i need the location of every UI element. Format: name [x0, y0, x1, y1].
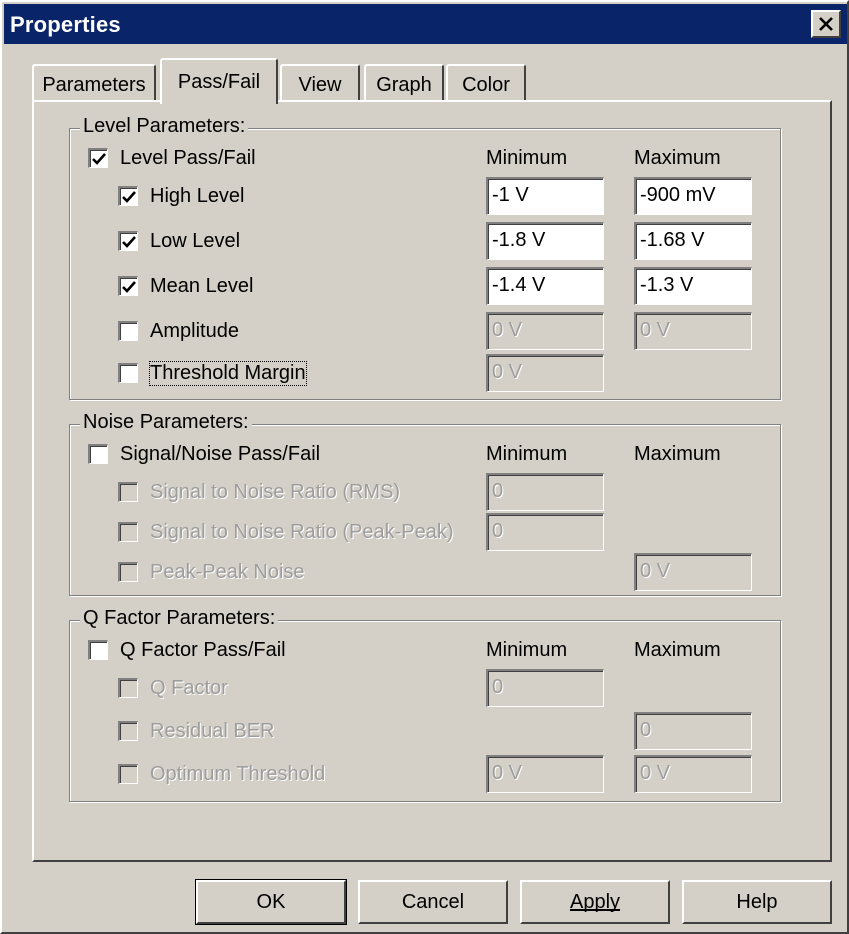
checkmark-icon	[121, 235, 136, 248]
mean-level-checkbox[interactable]: Mean Level	[118, 271, 253, 301]
checkbox-label: Signal to Noise Ratio (Peak-Peak)	[150, 520, 454, 543]
level-parameters-group: Level Parameters: Level Pass/Fail Minimu…	[69, 115, 781, 400]
checkbox-label: Level Pass/Fail	[120, 146, 256, 169]
q-factor-pass-fail-checkbox[interactable]: Q Factor Pass/Fail	[88, 635, 286, 665]
maximum-header: Maximum	[634, 443, 721, 465]
checkbox-box	[118, 562, 138, 582]
checkmark-icon	[121, 190, 136, 203]
close-button[interactable]	[811, 10, 841, 38]
level-pass-fail-checkbox[interactable]: Level Pass/Fail	[88, 143, 256, 173]
snr-peak-peak-min-input[interactable]: 0	[486, 513, 604, 551]
high-level-min-input[interactable]: -1 V	[486, 177, 604, 215]
amplitude-max-input[interactable]: 0 V	[634, 312, 752, 350]
checkbox-box	[118, 321, 138, 341]
peak-peak-noise-max-input[interactable]: 0 V	[634, 553, 752, 591]
checkbox-label: Signal/Noise Pass/Fail	[120, 442, 321, 465]
checkbox-box	[118, 186, 138, 206]
snr-peak-peak-checkbox[interactable]: Signal to Noise Ratio (Peak-Peak)	[118, 517, 453, 547]
checkbox-label: Mean Level	[150, 274, 254, 297]
button-label: OK	[256, 890, 286, 913]
checkbox-box	[118, 482, 138, 502]
tab-label: Color	[462, 73, 510, 96]
amplitude-min-input[interactable]: 0 V	[486, 312, 604, 350]
signal-noise-pass-fail-checkbox[interactable]: Signal/Noise Pass/Fail	[88, 439, 320, 469]
ok-button[interactable]: OK	[195, 879, 347, 925]
group-title: Level Parameters:	[80, 115, 249, 138]
checkbox-box	[118, 231, 138, 251]
checkmark-icon	[121, 280, 136, 293]
snr-rms-checkbox[interactable]: Signal to Noise Ratio (RMS)	[118, 477, 400, 507]
noise-parameters-group: Noise Parameters: Signal/Noise Pass/Fail…	[69, 411, 781, 596]
checkbox-box	[88, 640, 108, 660]
checkbox-label: High Level	[150, 184, 245, 207]
apply-button[interactable]: Apply	[520, 880, 670, 924]
tab-label: Parameters	[42, 73, 146, 96]
cancel-button[interactable]: Cancel	[358, 880, 508, 924]
low-level-checkbox[interactable]: Low Level	[118, 226, 240, 256]
peak-peak-noise-checkbox[interactable]: Peak-Peak Noise	[118, 557, 305, 587]
checkbox-label: Residual BER	[150, 719, 275, 742]
tab-label: Graph	[376, 73, 432, 96]
maximum-header: Maximum	[634, 639, 721, 661]
checkbox-box	[118, 363, 138, 383]
close-icon	[819, 17, 833, 31]
low-level-max-input[interactable]: -1.68 V	[634, 222, 752, 260]
group-title: Q Factor Parameters:	[80, 607, 279, 630]
checkbox-label: Low Level	[150, 229, 241, 252]
checkbox-label: Peak-Peak Noise	[150, 560, 305, 583]
button-label: Cancel	[401, 890, 465, 913]
tab-label: View	[298, 73, 342, 96]
checkbox-label: Q Factor Pass/Fail	[120, 638, 286, 661]
checkbox-label: Optimum Threshold	[150, 762, 326, 785]
tab-color[interactable]: Color	[446, 64, 526, 104]
help-button[interactable]: Help	[682, 880, 832, 924]
checkbox-label: Q Factor	[150, 676, 228, 699]
high-level-checkbox[interactable]: High Level	[118, 181, 245, 211]
tab-label: Pass/Fail	[177, 70, 261, 93]
amplitude-checkbox[interactable]: Amplitude	[118, 316, 239, 346]
checkbox-box	[118, 721, 138, 741]
button-label: Help	[736, 890, 778, 913]
optimum-threshold-min-input[interactable]: 0 V	[486, 755, 604, 793]
optimum-threshold-checkbox[interactable]: Optimum Threshold	[118, 759, 325, 789]
checkbox-box	[88, 148, 108, 168]
checkbox-box	[118, 522, 138, 542]
title-bar[interactable]: Properties	[4, 4, 847, 44]
snr-rms-min-input[interactable]: 0	[486, 473, 604, 511]
q-factor-parameters-group: Q Factor Parameters: Q Factor Pass/Fail …	[69, 607, 781, 802]
high-level-max-input[interactable]: -900 mV	[634, 177, 752, 215]
checkbox-box	[118, 764, 138, 784]
tab-view[interactable]: View	[280, 64, 360, 104]
residual-ber-checkbox[interactable]: Residual BER	[118, 716, 275, 746]
mean-level-min-input[interactable]: -1.4 V	[486, 267, 604, 305]
checkmark-icon	[91, 152, 106, 165]
minimum-header: Minimum	[486, 443, 568, 465]
maximum-header: Maximum	[634, 147, 721, 169]
minimum-header: Minimum	[486, 639, 568, 661]
properties-dialog: Properties Parameters Pass/Fail View Gra…	[0, 0, 849, 934]
tab-graph[interactable]: Graph	[364, 64, 444, 104]
checkbox-label: Amplitude	[150, 319, 239, 342]
checkbox-box	[118, 678, 138, 698]
threshold-margin-min-input[interactable]: 0 V	[486, 354, 604, 392]
q-factor-min-input[interactable]: 0	[486, 669, 604, 707]
checkbox-box	[118, 276, 138, 296]
checkbox-label: Threshold Margin	[149, 360, 307, 386]
mean-level-max-input[interactable]: -1.3 V	[634, 267, 752, 305]
checkbox-label: Signal to Noise Ratio (RMS)	[150, 480, 401, 503]
window-title: Properties	[10, 12, 121, 37]
threshold-margin-checkbox[interactable]: Threshold Margin	[118, 358, 307, 388]
optimum-threshold-max-input[interactable]: 0 V	[634, 755, 752, 793]
low-level-min-input[interactable]: -1.8 V	[486, 222, 604, 260]
group-title: Noise Parameters:	[80, 411, 252, 434]
minimum-header: Minimum	[486, 147, 568, 169]
pass-fail-panel: Level Parameters: Level Pass/Fail Minimu…	[32, 100, 832, 862]
button-label: Apply	[569, 890, 621, 913]
residual-ber-max-input[interactable]: 0	[634, 712, 752, 750]
checkbox-box	[88, 444, 108, 464]
tab-parameters[interactable]: Parameters	[32, 64, 156, 104]
q-factor-checkbox[interactable]: Q Factor	[118, 673, 228, 703]
tab-pass-fail[interactable]: Pass/Fail	[160, 58, 278, 104]
